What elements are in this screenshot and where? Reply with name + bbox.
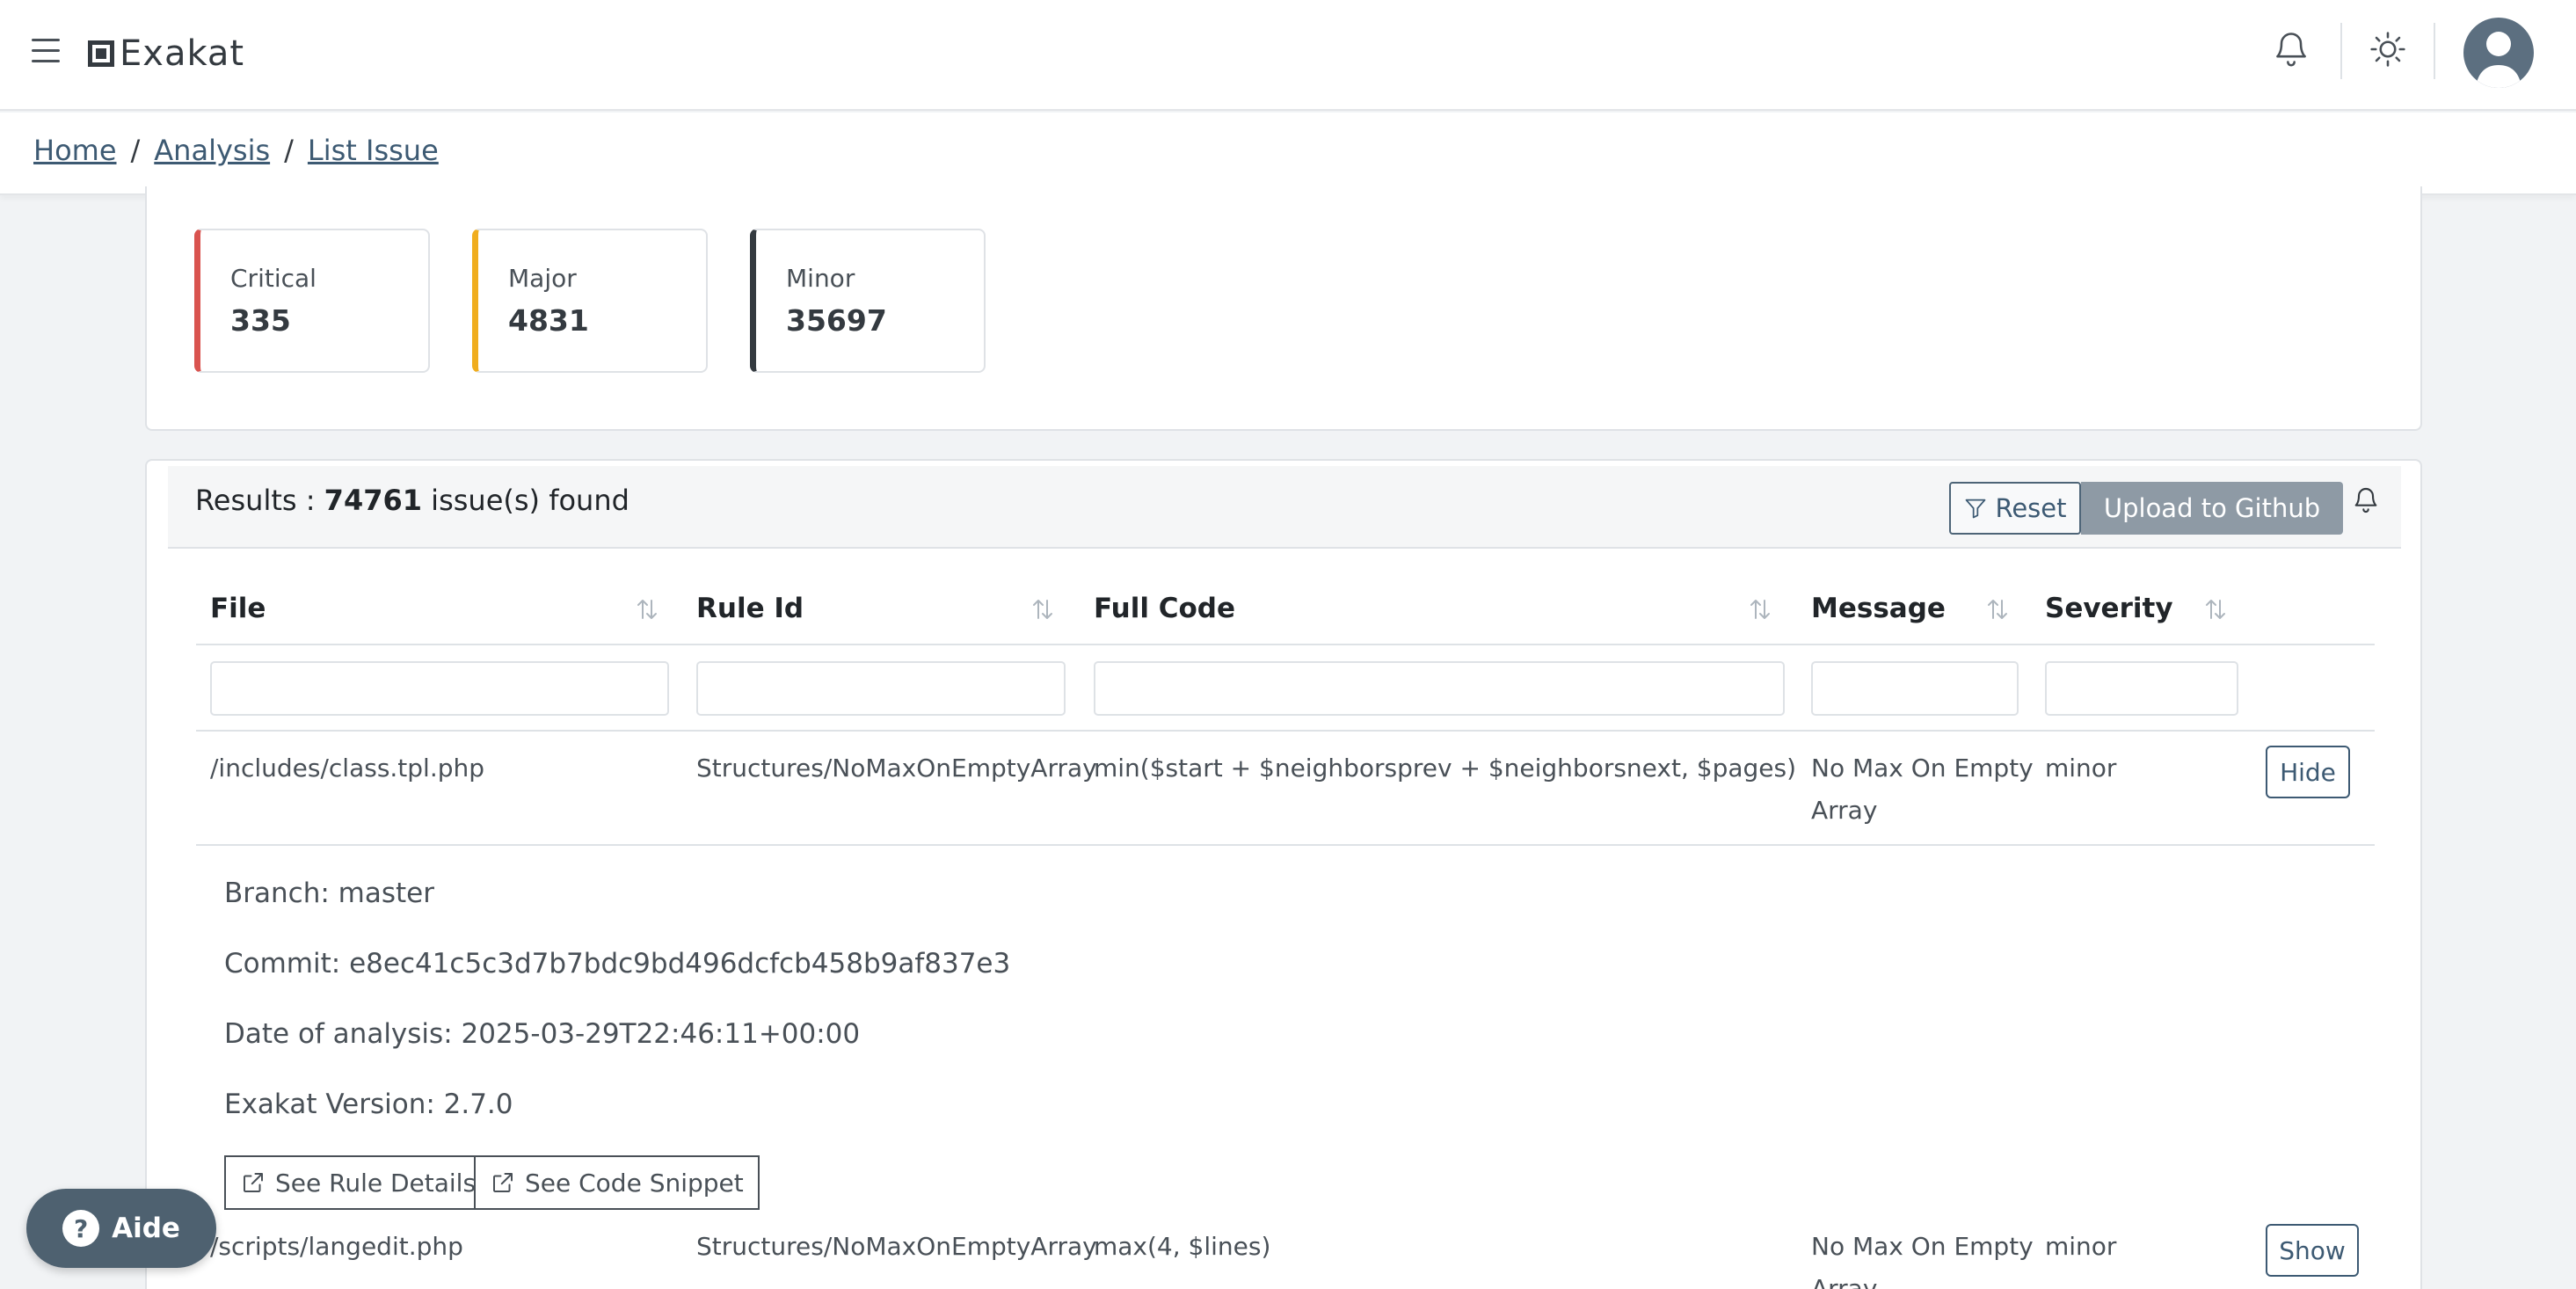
results-prefix: Results :	[195, 484, 324, 517]
severity-filter-input[interactable]	[2045, 661, 2238, 716]
rule-id-filter-input[interactable]	[696, 661, 1066, 716]
cell-message-continued: Array	[1811, 796, 1878, 825]
sort-icon[interactable]	[1030, 596, 1056, 623]
results-header: Results : 74761 issue(s) found Reset Upl…	[168, 466, 2401, 549]
see-code-snippet-label: See Code Snippet	[525, 1168, 744, 1198]
reset-label: Reset	[1995, 493, 2067, 523]
filter-icon	[1966, 499, 1986, 519]
results-summary: Results : 74761 issue(s) found	[195, 484, 629, 517]
stat-critical: Critical 335	[194, 229, 430, 373]
divider	[2340, 23, 2342, 79]
hide-button[interactable]: Hide	[2266, 746, 2350, 798]
divider	[196, 844, 2375, 846]
sort-icon[interactable]	[2202, 596, 2229, 623]
stat-value: 335	[230, 303, 291, 338]
detail-commit: Commit: e8ec41c5c3d7b7bdc9bd496dcfcb458b…	[224, 948, 1011, 979]
detail-version: Exakat Version: 2.7.0	[224, 1089, 513, 1120]
stat-value: 4831	[508, 303, 589, 338]
aide-label: Aide	[112, 1213, 180, 1244]
cell-file: /includes/class.tpl.php	[210, 754, 485, 783]
sort-icon[interactable]	[1747, 596, 1773, 623]
logo-text: Exakat	[120, 33, 245, 74]
results-card: Results : 74761 issue(s) found Reset Upl…	[145, 459, 2422, 1289]
detail-branch: Branch: master	[224, 878, 434, 909]
question-mark-icon: ?	[62, 1210, 100, 1247]
top-navbar: Exakat	[0, 0, 2576, 111]
cell-full-code: max(4, $lines)	[1094, 1232, 1271, 1261]
cell-file: /scripts/langedit.php	[210, 1232, 463, 1261]
avatar[interactable]	[2463, 18, 2534, 88]
divider	[196, 644, 2375, 645]
menu-icon[interactable]	[32, 39, 60, 65]
upload-to-github-button[interactable]: Upload to Github	[2081, 482, 2343, 535]
external-link-icon	[493, 1173, 513, 1192]
breadcrumb-analysis[interactable]: Analysis	[154, 134, 270, 167]
file-filter-input[interactable]	[210, 661, 669, 716]
logo[interactable]: Exakat	[88, 33, 244, 74]
user-icon	[2476, 32, 2521, 88]
cell-message: No Max On Empty	[1811, 754, 2034, 783]
breadcrumb-home[interactable]: Home	[33, 134, 117, 167]
divider	[196, 730, 2375, 732]
stat-minor: Minor 35697	[750, 229, 986, 373]
breadcrumb-separator: /	[130, 134, 141, 167]
sort-icon[interactable]	[1984, 596, 2011, 623]
cell-message: No Max On Empty	[1811, 1232, 2034, 1261]
cell-rule-id: Structures/NoMaxOnEmptyArray	[696, 754, 1097, 783]
cell-message-continued: Array	[1811, 1274, 1878, 1289]
see-rule-details-label: See Rule Details	[275, 1168, 477, 1198]
column-header-rule-id[interactable]: Rule Id	[696, 593, 804, 624]
column-header-message[interactable]: Message	[1811, 593, 1946, 624]
cell-full-code: min($start + $neighborsprev + $neighbors…	[1094, 754, 1797, 783]
results-suffix: issue(s) found	[422, 484, 629, 517]
cell-severity: minor	[2045, 1232, 2117, 1261]
breadcrumb-bar: Home / Analysis / List Issue	[0, 113, 2576, 195]
stat-label: Major	[508, 264, 577, 293]
upload-label: Upload to Github	[2103, 493, 2321, 523]
stat-value: 35697	[786, 303, 887, 338]
column-header-severity[interactable]: Severity	[2045, 593, 2173, 624]
stat-major: Major 4831	[472, 229, 708, 373]
breadcrumb-list-issue[interactable]: List Issue	[308, 134, 439, 167]
full-code-filter-input[interactable]	[1094, 661, 1785, 716]
reset-button[interactable]: Reset	[1949, 482, 2081, 535]
see-code-snippet-button[interactable]: See Code Snippet	[474, 1155, 760, 1210]
breadcrumb-separator: /	[284, 134, 294, 167]
external-link-icon	[244, 1173, 263, 1192]
see-rule-details-button[interactable]: See Rule Details	[224, 1155, 492, 1210]
detail-date: Date of analysis: 2025-03-29T22:46:11+00…	[224, 1018, 861, 1050]
cell-severity: minor	[2045, 754, 2117, 783]
column-header-full-code[interactable]: Full Code	[1094, 593, 1235, 624]
cell-rule-id: Structures/NoMaxOnEmptyArray	[696, 1232, 1097, 1261]
show-button[interactable]: Show	[2266, 1224, 2359, 1277]
theme-toggle-icon[interactable]	[2369, 30, 2407, 69]
breadcrumb: Home / Analysis / List Issue	[33, 134, 439, 167]
stat-label: Critical	[230, 264, 317, 293]
results-count: 74761	[324, 484, 422, 517]
sort-icon[interactable]	[634, 596, 660, 623]
bell-icon[interactable]	[2352, 484, 2380, 515]
divider	[2434, 23, 2435, 79]
summary-card: Critical 335 Major 4831 Minor 35697	[145, 186, 2422, 431]
logo-mark-icon	[88, 40, 114, 67]
bell-icon[interactable]	[2272, 26, 2310, 70]
column-header-file[interactable]: File	[210, 593, 266, 624]
aide-help-button[interactable]: ? Aide	[26, 1189, 216, 1268]
stat-label: Minor	[786, 264, 855, 293]
message-filter-input[interactable]	[1811, 661, 2019, 716]
